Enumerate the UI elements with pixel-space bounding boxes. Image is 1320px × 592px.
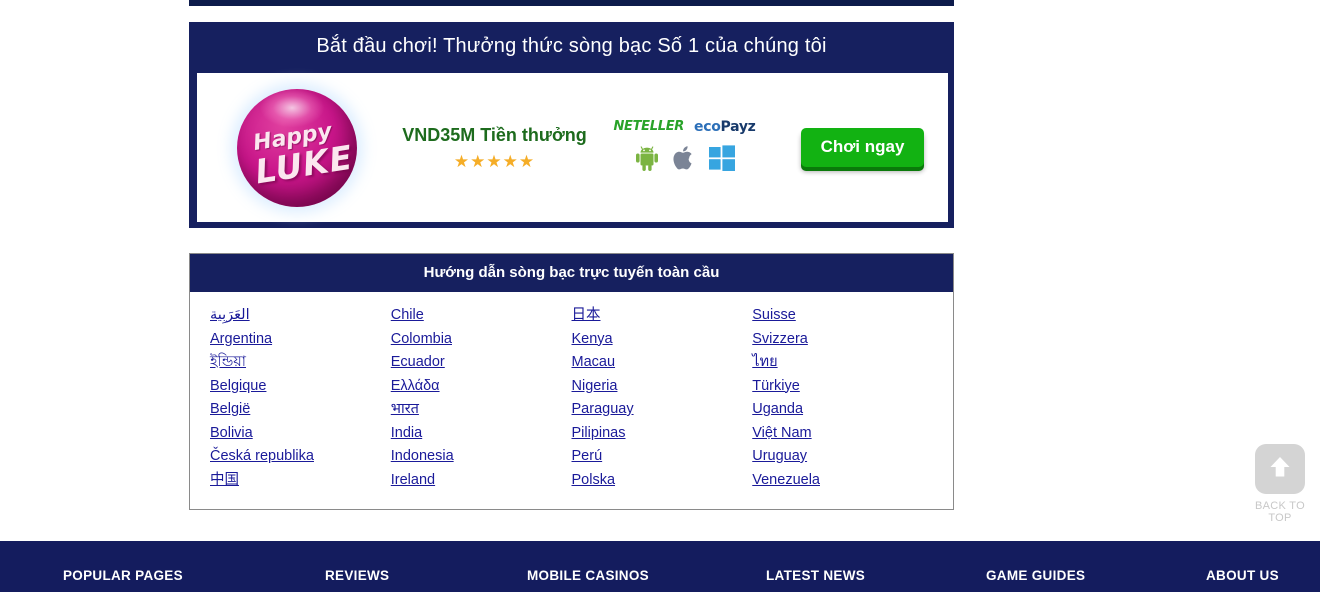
neteller-logo: NETELLER (613, 119, 685, 134)
country-link[interactable]: Macau (572, 351, 753, 375)
footer-heading-popular-pages[interactable]: POPULAR PAGES (63, 568, 183, 583)
country-link[interactable]: Indonesia (391, 445, 572, 469)
country-link[interactable]: Belgique (210, 375, 391, 399)
back-to-top-button[interactable]: BACK TO TOP (1242, 444, 1318, 524)
country-link[interactable]: Colombia (391, 328, 572, 352)
country-link[interactable]: Việt Nam (752, 422, 933, 446)
country-link[interactable]: Ireland (391, 469, 572, 493)
country-link[interactable]: België (210, 398, 391, 422)
footer-heading-mobile-casinos[interactable]: MOBILE CASINOS (527, 568, 649, 583)
site-footer: POPULAR PAGES REVIEWS MOBILE CASINOS LAT… (0, 541, 1320, 592)
windows-icon (708, 144, 736, 176)
rating-stars: ★★★★★ (453, 152, 536, 171)
previous-card-stub (189, 0, 954, 6)
platform-icons (634, 144, 736, 177)
country-column-4: Suisse Svizzera ไทย Türkiye Uganda Việt … (752, 304, 933, 492)
country-link[interactable]: Uruguay (752, 445, 933, 469)
back-to-top-icon-box[interactable] (1255, 444, 1305, 494)
country-link[interactable]: 日本 (572, 304, 753, 328)
happyluke-logo[interactable]: Happy LUKE (237, 88, 357, 207)
country-link[interactable]: Bolivia (210, 422, 391, 446)
promo-body: Happy LUKE VND35M Tiền thưởng ★★★★★ NETE… (197, 73, 948, 222)
country-link[interactable]: Perú (572, 445, 753, 469)
country-link[interactable]: Argentina (210, 328, 391, 352)
country-link[interactable]: ইন্ডিয়া (210, 351, 391, 375)
country-column-2: Chile Colombia Ecuador Ελλάδα भारत India… (391, 304, 572, 492)
country-link[interactable]: العَرَبِية (210, 304, 391, 328)
country-link[interactable]: Uganda (752, 398, 933, 422)
country-link[interactable]: भारत (391, 398, 572, 422)
casino-logo-cell[interactable]: Happy LUKE (197, 88, 397, 207)
country-link[interactable]: Pilipinas (572, 422, 753, 446)
country-link[interactable]: 中国 (210, 469, 391, 493)
page-root: Bắt đầu chơi! Thưởng thức sòng bạc Số 1 … (0, 0, 1320, 592)
country-link[interactable]: Nigeria (572, 375, 753, 399)
casino-promo-card: Bắt đầu chơi! Thưởng thức sòng bạc Số 1 … (189, 22, 954, 228)
ecopayz-logo-payz: Payz (720, 118, 756, 135)
arrow-up-icon (1268, 454, 1292, 485)
android-icon (634, 144, 660, 177)
country-link[interactable]: Svizzera (752, 328, 933, 352)
payment-brands: NETELLER ecoPayz (613, 119, 755, 135)
global-casino-guide-card: Hướng dẫn sòng bạc trực tuyến toàn cầu ا… (189, 253, 954, 510)
country-link[interactable]: Kenya (572, 328, 753, 352)
ecopayz-logo: ecoPayz (694, 119, 756, 135)
guide-country-columns: العَرَبِية Argentina ইন্ডিয়া Belgique B… (190, 292, 953, 492)
country-column-1: العَرَبِية Argentina ইন্ডিয়া Belgique B… (210, 304, 391, 492)
payments-cell: NETELLER ecoPayz (592, 119, 777, 177)
country-link[interactable]: Polska (572, 469, 753, 493)
country-link[interactable]: Türkiye (752, 375, 933, 399)
country-link[interactable]: ไทย (752, 351, 933, 375)
footer-heading-reviews[interactable]: REVIEWS (325, 568, 389, 583)
country-link[interactable]: Venezuela (752, 469, 933, 493)
country-link[interactable]: Suisse (752, 304, 933, 328)
footer-heading-latest-news[interactable]: LATEST NEWS (766, 568, 865, 583)
cta-cell: Chơi ngay (777, 128, 948, 167)
country-link[interactable]: India (391, 422, 572, 446)
back-to-top-label: BACK TO TOP (1255, 500, 1305, 524)
country-link[interactable]: Ελλάδα (391, 375, 572, 399)
bonus-amount: VND35M Tiền thưởng (402, 125, 587, 145)
country-link[interactable]: Ecuador (391, 351, 572, 375)
guide-title: Hướng dẫn sòng bạc trực tuyến toàn cầu (190, 254, 953, 292)
ecopayz-logo-eco: eco (694, 118, 721, 135)
footer-heading-game-guides[interactable]: GAME GUIDES (986, 568, 1085, 583)
bonus-cell: VND35M Tiền thưởng ★★★★★ (397, 125, 592, 170)
footer-columns: POPULAR PAGES REVIEWS MOBILE CASINOS LAT… (0, 541, 1320, 592)
country-link[interactable]: Chile (391, 304, 572, 328)
country-link[interactable]: Česká republika (210, 445, 391, 469)
promo-headline: Bắt đầu chơi! Thưởng thức sòng bạc Số 1 … (316, 35, 827, 57)
apple-icon (672, 144, 696, 177)
country-link[interactable]: Paraguay (572, 398, 753, 422)
country-column-3: 日本 Kenya Macau Nigeria Paraguay Pilipina… (572, 304, 753, 492)
play-now-button[interactable]: Chơi ngay (800, 128, 925, 167)
footer-heading-about-us[interactable]: ABOUT US (1206, 568, 1279, 583)
